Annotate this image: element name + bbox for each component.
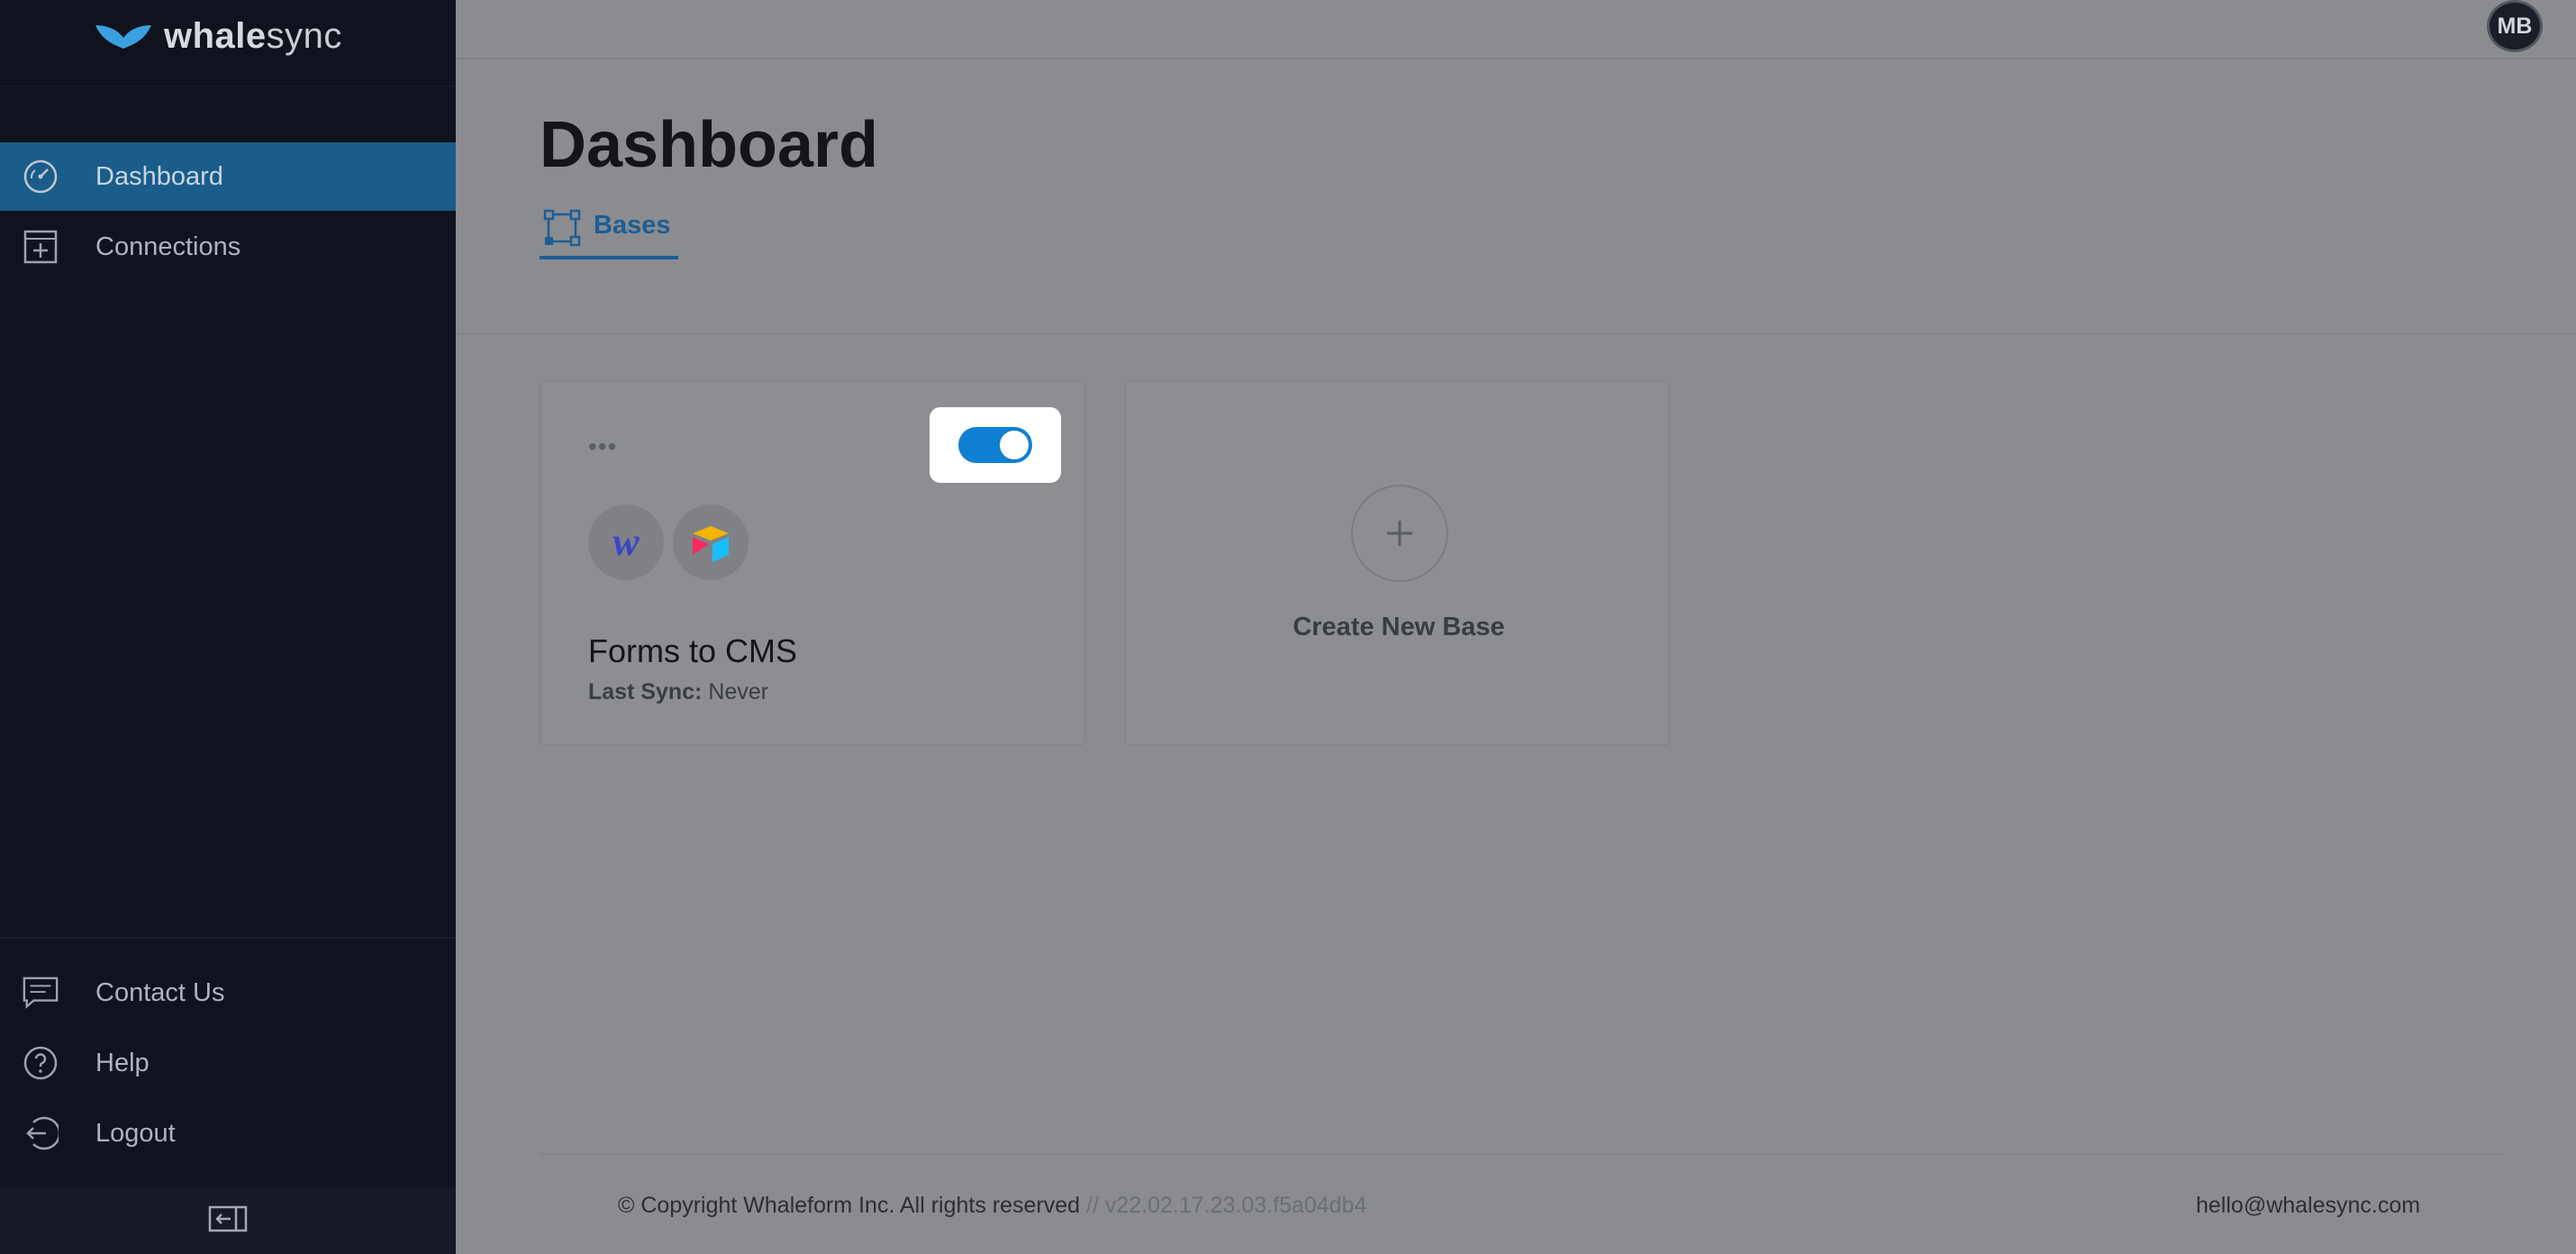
bases-icon [543,209,581,247]
chat-icon [22,974,59,1012]
last-sync-status: Last Sync: Never [588,679,769,704]
toggle-knob [1000,431,1029,459]
top-bar: MB [456,0,2576,59]
page-title: Dashboard [540,109,879,181]
sidebar-divider [0,86,456,87]
create-new-base-card[interactable]: Create New Base [1124,380,1670,746]
collapse-sidebar-icon [208,1205,248,1237]
sidebar-item-dashboard[interactable]: Dashboard [0,142,456,211]
webflow-icon: w [588,504,664,580]
footer-divider [540,1153,2503,1155]
add-window-icon [22,228,59,266]
main-content: MB Dashboard Bases ••• w Forms to CMS La… [456,0,2576,1254]
footer-email-link[interactable]: hello@whalesync.com [2196,1193,2420,1219]
sidebar: whalesync Dashboard Connections Contact … [0,0,456,1254]
sync-toggle[interactable] [958,427,1032,463]
whale-tail-icon [95,25,151,49]
sidebar-item-contact-us[interactable]: Contact Us [0,959,456,1027]
tab-bases[interactable]: Bases [540,209,678,259]
dashboard-header [456,59,2576,335]
base-card[interactable]: ••• w Forms to CMS Last Sync: Never [540,380,1085,746]
gauge-icon [22,158,59,195]
version-string: // v22.02.17.23.03.f5a04db4 [1086,1193,1367,1218]
sidebar-divider [0,937,456,939]
more-options-icon[interactable]: ••• [588,432,617,461]
create-new-base-label: Create New Base [1293,613,1505,641]
sidebar-item-label: Help [95,1048,150,1077]
sidebar-item-help[interactable]: Help [0,1029,456,1097]
sidebar-item-connections[interactable]: Connections [0,213,456,281]
brand-name: whalesync [164,15,342,56]
base-title: Forms to CMS [588,632,798,669]
sidebar-item-label: Dashboard [95,161,223,191]
sync-toggle-highlight [930,407,1061,483]
brand-logo[interactable]: whalesync [94,9,342,63]
sidebar-item-label: Contact Us [95,977,225,1007]
sidebar-item-label: Logout [95,1118,176,1148]
plus-icon[interactable] [1351,485,1448,582]
sidebar-item-logout[interactable]: Logout [0,1099,456,1168]
tab-label: Bases [594,211,671,240]
logout-icon [22,1114,59,1152]
collapse-sidebar-button[interactable] [0,1187,456,1254]
airtable-icon [673,504,748,580]
footer-copyright: © Copyright Whaleform Inc. All rights re… [618,1193,1367,1218]
svg-text:w: w [612,520,639,564]
avatar[interactable]: MB [2487,0,2543,52]
sidebar-item-label: Connections [95,232,241,261]
help-circle-icon [22,1044,59,1082]
